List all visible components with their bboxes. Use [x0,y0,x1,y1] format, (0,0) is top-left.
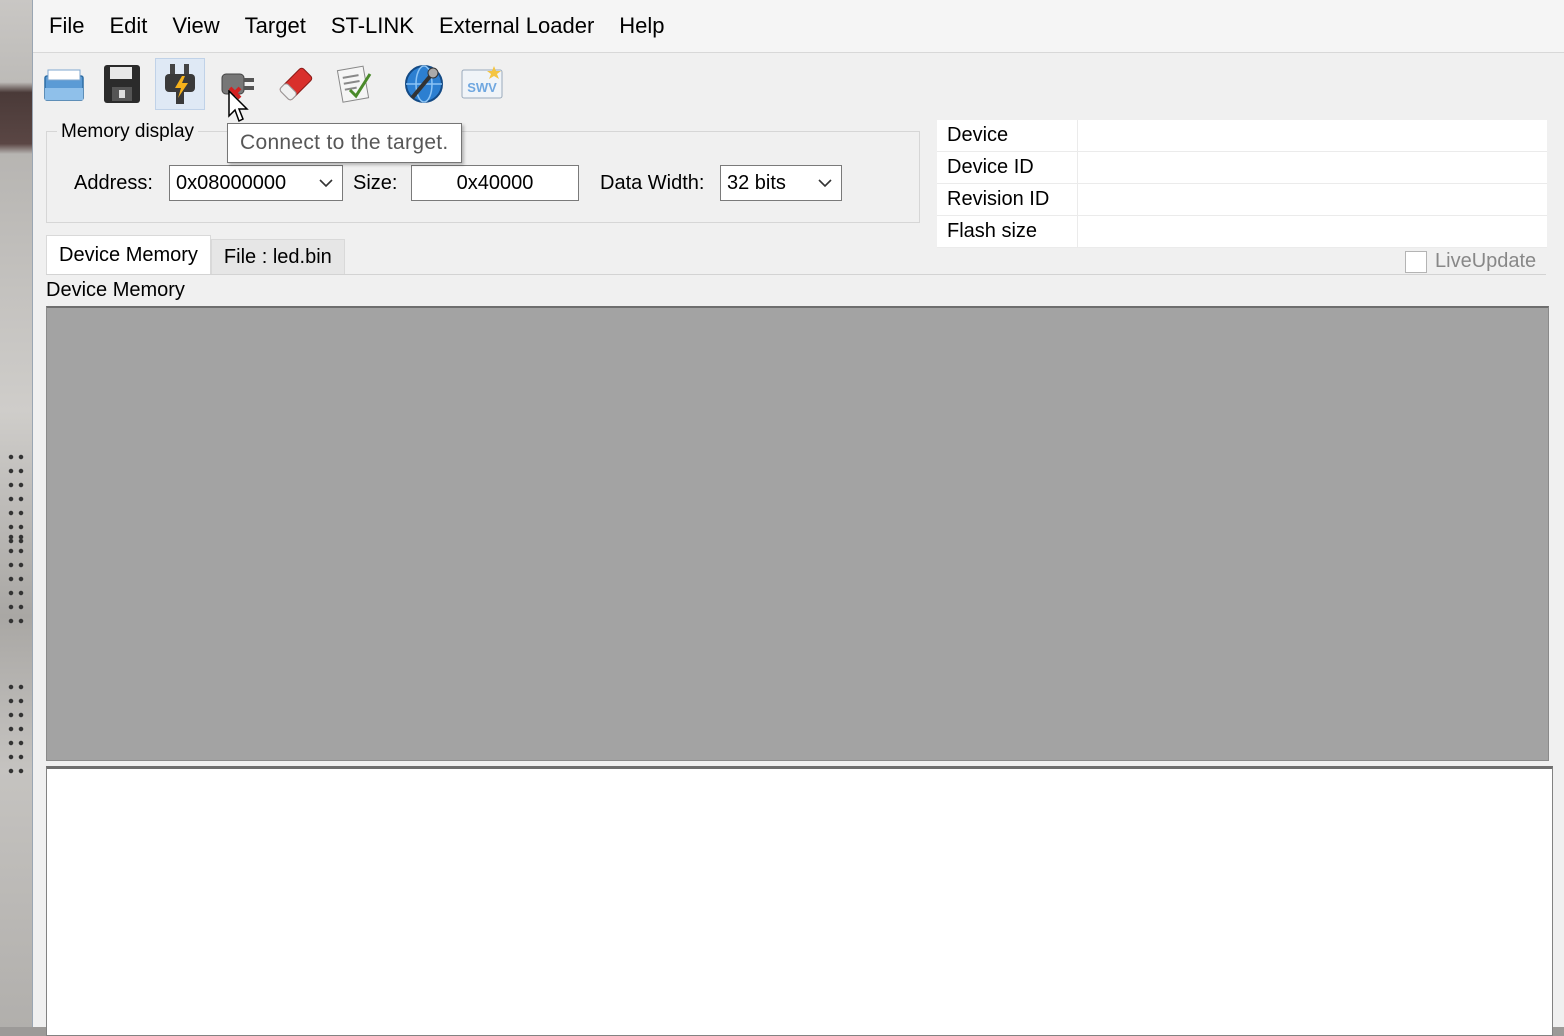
size-input[interactable]: 0x40000 [411,165,579,201]
swv-button[interactable]: SWV [457,58,507,110]
tab-divider [46,274,1546,275]
device-id-value [1077,151,1547,184]
menu-st-link[interactable]: ST-LINK [321,13,424,39]
memory-tabs: Device Memory File : led.bin [46,235,345,274]
device-value [1077,120,1547,152]
log-panel[interactable] [46,766,1553,1036]
mouse-cursor-icon [228,90,249,123]
address-value: 0x08000000 [176,172,287,194]
table-row: Revision ID [937,183,1547,216]
memory-display-title: Memory display [57,121,199,143]
save-icon [104,65,140,103]
menu-target[interactable]: Target [235,13,316,39]
menu-bar: File Edit View Target ST-LINK External L… [33,0,1564,53]
menu-edit[interactable]: Edit [99,13,157,39]
chevron-down-icon[interactable] [316,166,336,200]
data-width-label: Data Width: [600,172,705,194]
swv-icon: SWV [461,66,503,99]
device-info-table: Device Device ID Revision ID Flash size [937,120,1547,248]
svg-text:SWV: SWV [467,80,497,95]
desktop-background [0,0,32,1027]
connect-button[interactable] [155,58,205,110]
erase-button[interactable] [271,58,321,110]
address-label: Address: [74,172,153,194]
open-file-button[interactable] [39,58,89,110]
device-id-key: Device ID [937,151,1078,184]
connect-tooltip: Connect to the target. [227,123,462,163]
data-width-combobox[interactable]: 32 bits [720,165,842,201]
size-value: 0x40000 [456,172,534,194]
chevron-down-icon[interactable] [815,166,835,200]
program-verify-button[interactable] [329,58,379,110]
toolbar: SWV [39,56,515,112]
connect-icon [165,64,195,104]
erase-icon [279,67,313,101]
checkbox-box[interactable] [1405,250,1427,273]
settings-button[interactable] [399,58,449,110]
app-window: File Edit View Target ST-LINK External L… [32,0,1564,1036]
size-label: Size: [353,172,398,194]
live-update-label: LiveUpdate [1435,250,1537,272]
program-verify-icon [336,65,372,103]
revision-id-value [1077,183,1547,216]
device-memory-header: Device Memory [46,276,1546,304]
save-button[interactable] [97,58,147,110]
menu-view[interactable]: View [162,13,229,39]
flash-size-value [1077,215,1547,248]
background-pattern [6,680,26,780]
address-combobox[interactable]: 0x08000000 [169,165,343,201]
tab-device-memory[interactable]: Device Memory [46,235,211,274]
table-row: Device [937,120,1547,152]
live-update-checkbox[interactable]: LiveUpdate [1405,250,1536,273]
background-pattern [6,530,26,630]
device-memory-grid[interactable] [46,306,1549,761]
revision-id-key: Revision ID [937,183,1078,216]
tab-file-led-bin[interactable]: File : led.bin [210,239,345,274]
data-width-value: 32 bits [727,172,786,194]
table-row: Flash size [937,215,1547,248]
table-row: Device ID [937,151,1547,184]
device-key: Device [937,120,1078,152]
open-file-icon [44,69,84,101]
flash-size-key: Flash size [937,215,1078,248]
menu-file[interactable]: File [39,13,94,39]
menu-help[interactable]: Help [609,13,674,39]
menu-external-loader[interactable]: External Loader [429,13,604,39]
settings-globe-icon [405,65,443,103]
